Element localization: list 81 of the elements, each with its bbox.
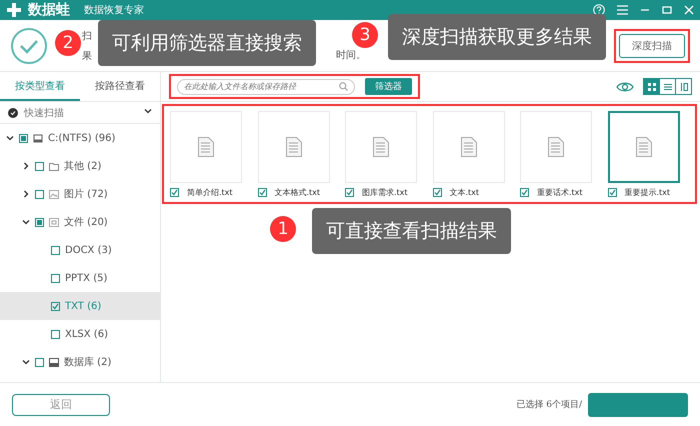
search-icon[interactable] — [339, 82, 348, 91]
file-name: 文本.txt — [450, 187, 480, 198]
tree-item-label[interactable]: DOCX (3) — [65, 244, 112, 256]
check-badge-icon — [8, 108, 18, 118]
checkbox[interactable] — [258, 188, 266, 197]
tip-callout: 可利用筛选器直接搜索 — [98, 20, 316, 66]
chevron-down-icon[interactable] — [144, 107, 152, 115]
view-tab[interactable]: 按类型查看 — [0, 72, 80, 101]
tree-item-label[interactable]: C:(NTFS) (96) — [48, 132, 116, 144]
recover-button[interactable] — [588, 392, 688, 416]
database-icon — [49, 358, 59, 366]
file-name: 简单介绍.txt — [187, 187, 233, 198]
view-tab[interactable]: 按路径查看 — [80, 72, 160, 101]
checkbox[interactable] — [51, 246, 60, 254]
grid-view-icon — [648, 82, 656, 90]
file-name: 文本格式.txt — [274, 187, 320, 198]
tree-item-label[interactable]: 图片 (72) — [64, 187, 108, 201]
chevron-right-icon[interactable] — [22, 162, 30, 170]
drive-icon — [33, 134, 43, 142]
logo-cross-icon — [6, 2, 22, 18]
text-file-icon — [198, 137, 214, 157]
status-message: 时间。 — [336, 48, 366, 62]
scan-mode-label[interactable]: 快速扫描 — [24, 106, 64, 120]
chevron-right-icon[interactable] — [22, 190, 30, 198]
text-file-icon — [548, 137, 564, 157]
checkbox[interactable] — [170, 188, 179, 197]
step-number: 2 — [55, 30, 81, 56]
chevron-down-icon[interactable] — [22, 218, 30, 226]
app-name: 数据蛙 — [28, 1, 70, 19]
file-thumbnail[interactable] — [608, 111, 680, 183]
checkbox[interactable] — [35, 218, 44, 226]
tree-item-label[interactable]: XLSX (6) — [65, 328, 108, 340]
tip-callout: 深度扫描获取更多结果 — [388, 14, 606, 60]
close-icon[interactable] — [684, 5, 694, 15]
tip-callout: 可直接查看扫描结果 — [312, 208, 511, 254]
step-number: 3 — [352, 22, 378, 48]
checkbox[interactable] — [19, 134, 28, 142]
checkbox[interactable] — [35, 190, 44, 198]
help-icon[interactable] — [593, 4, 605, 16]
app-subtitle: 数据恢复专家 — [84, 4, 144, 17]
file-name: 重要提示.txt — [624, 187, 670, 198]
checkbox[interactable] — [432, 188, 442, 197]
text-file-icon — [460, 137, 476, 157]
eye-icon[interactable] — [616, 80, 634, 92]
filter-button[interactable]: 筛选器 — [365, 78, 412, 95]
step-number: 1 — [270, 216, 296, 242]
selection-count: 已选择 6个项目/ — [516, 398, 582, 411]
view-toggle-button[interactable] — [643, 78, 660, 95]
text-file-icon — [373, 137, 389, 157]
text-file-icon — [286, 137, 302, 157]
view-toggle-button[interactable] — [659, 78, 676, 95]
deep-scan-button[interactable]: 深度扫描 — [619, 34, 685, 58]
view-toggle-button[interactable] — [675, 78, 692, 95]
folder-icon — [49, 162, 59, 170]
text-file-icon — [636, 137, 652, 157]
checkbox[interactable] — [608, 188, 616, 197]
check-circle-icon — [10, 26, 48, 64]
image-icon — [49, 190, 59, 198]
document-icon — [49, 218, 59, 226]
tree-item-label[interactable]: 文件 (20) — [64, 215, 108, 229]
maximize-icon[interactable] — [662, 5, 672, 15]
columns-view-icon — [680, 82, 688, 90]
checkbox[interactable] — [520, 188, 529, 197]
checkbox[interactable] — [51, 274, 60, 282]
list-view-icon — [664, 82, 672, 90]
menu-icon[interactable] — [617, 5, 628, 15]
file-name: 重要话术.txt — [537, 187, 583, 198]
checkbox[interactable] — [35, 358, 44, 366]
status-message: 果 — [82, 50, 92, 62]
search-field[interactable]: 在此处输入文件名称或保存路径 — [177, 78, 355, 94]
tree-item-label[interactable]: 其他 (2) — [64, 159, 102, 173]
checkbox[interactable] — [345, 188, 354, 197]
chevron-down-icon[interactable] — [6, 134, 14, 142]
file-name: 图库需求.txt — [362, 187, 408, 198]
status-message: 扫 — [82, 30, 92, 42]
checkbox[interactable] — [51, 330, 60, 338]
tree-item-label[interactable]: PPTX (5) — [65, 272, 108, 284]
checkbox[interactable] — [51, 302, 60, 310]
checkbox[interactable] — [35, 162, 44, 170]
tree-item-label[interactable]: 数据库 (2) — [64, 355, 112, 369]
chevron-down-icon[interactable] — [22, 358, 30, 366]
